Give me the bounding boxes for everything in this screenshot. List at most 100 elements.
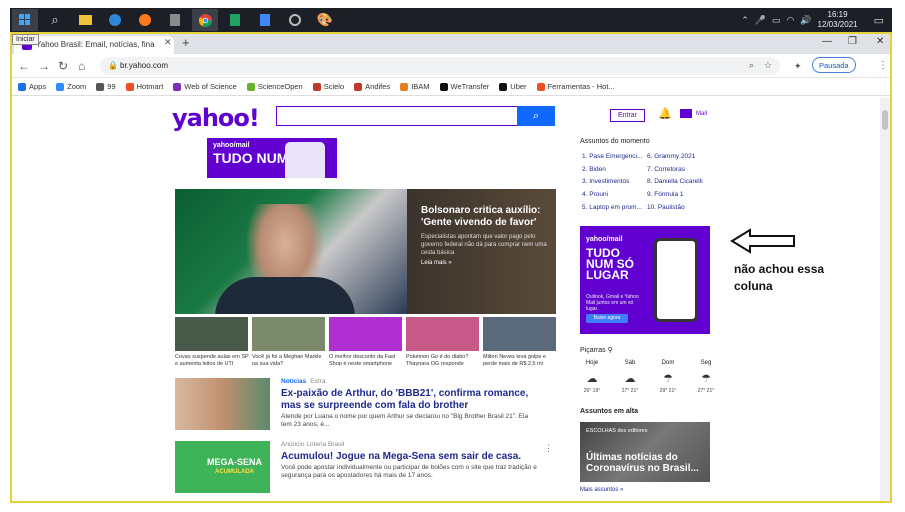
forward-button[interactable]: → [38, 59, 50, 73]
story-1-title[interactable]: Ex-paixão de Arthur, do 'BBB21', confirm… [281, 388, 549, 411]
story-2-title[interactable]: Acumulou! Jogue na Mega-Sena sem sair de… [281, 451, 549, 463]
microphone-icon[interactable]: 🎤 [755, 15, 766, 26]
news-thumb-caption[interactable]: Pokémon Go é do diabo? Thaynara OG respo… [406, 354, 481, 367]
bookmark-icon [499, 82, 508, 91]
extensions-icon[interactable]: ✦ [794, 61, 802, 72]
close-tab-icon[interactable]: ✕ [164, 37, 172, 48]
alta-more-link[interactable]: Mais assuntos » [580, 487, 623, 493]
weather-location[interactable]: Piçarras ⚲ [580, 346, 613, 354]
battery-icon[interactable]: ▭ [772, 15, 781, 26]
scrollbar[interactable] [880, 98, 890, 501]
windows-start-icon[interactable] [12, 9, 38, 31]
bell-icon[interactable]: 🔔 [658, 107, 672, 120]
sheets-icon[interactable] [222, 9, 248, 31]
hero-read-more-link[interactable]: Leia mais » [421, 260, 548, 266]
location-pin-icon: ⚲ [607, 347, 613, 354]
reload-button[interactable]: ↻ [58, 59, 68, 73]
maximize-button[interactable]: ❐ [848, 36, 857, 47]
menu-icon[interactable]: ⋮ [878, 60, 888, 71]
story-2-source: Anúncio [281, 441, 305, 448]
trending-item[interactable]: 3. Investimentos [582, 178, 629, 185]
bookmark-item[interactable]: Hotmart [125, 82, 163, 91]
right-ad[interactable]: yahoo/mail TUDO NUM SÓ LUGAR Outlook, Gm… [580, 226, 710, 334]
top-ad-banner[interactable]: yahoo/mail TUDO NUM SÓ [207, 138, 337, 178]
hero-story[interactable]: Bolsonaro critica auxílio: 'Gente vivend… [175, 189, 556, 314]
firefox-icon[interactable] [132, 9, 158, 31]
home-button[interactable]: ⌂ [78, 59, 85, 73]
address-bar[interactable]: 🔒 br.yahoo.com ⌕ ☆ [100, 57, 780, 75]
hero-title[interactable]: Bolsonaro critica auxílio: 'Gente vivend… [421, 205, 548, 229]
docs-icon[interactable] [252, 9, 278, 31]
notification-icon[interactable]: ▭ [874, 14, 884, 27]
minimize-button[interactable]: — [822, 36, 832, 47]
trending-item[interactable]: 2. Biden [582, 166, 606, 173]
mail-icon[interactable] [680, 109, 692, 118]
story-1-source[interactable]: Notícias [281, 378, 306, 385]
bookmark-item[interactable]: Zoom [56, 82, 86, 91]
story-2-meta: Anúncio Loteria Brasil [281, 441, 344, 448]
zoom-icon[interactable]: ⌕ [749, 60, 754, 71]
trending-item[interactable]: 7. Corretoras [647, 166, 685, 173]
news-thumb-image[interactable] [329, 317, 402, 351]
story-1-image[interactable] [175, 378, 270, 430]
news-thumb-image[interactable] [406, 317, 479, 351]
edge-icon[interactable] [102, 9, 128, 31]
news-thumb-image[interactable] [175, 317, 248, 351]
trending-item[interactable]: 6. Grammy 2021 [647, 153, 695, 160]
hero-image [175, 189, 407, 314]
mail-label[interactable]: Mail [696, 111, 707, 117]
right-ad-cta[interactable]: Baixe agora [586, 314, 628, 323]
trending-item[interactable]: 1. Pase Emergenci... [582, 153, 642, 160]
annotation-arrow-icon [730, 228, 795, 254]
trending-item[interactable]: 4. Prouni [582, 191, 608, 198]
clock[interactable]: 16:19 12/03/2021 [818, 10, 858, 30]
volume-icon[interactable]: 🔊 [800, 15, 811, 26]
bookmark-item[interactable]: Andifes [354, 82, 390, 91]
bookmark-item[interactable]: Ferramentas - Hot... [536, 82, 615, 91]
search-icon[interactable]: ⌕ [42, 9, 68, 31]
news-thumb-image[interactable] [483, 317, 556, 351]
news-thumb-image[interactable] [252, 317, 325, 351]
news-thumb-caption[interactable]: Covas suspende aulas em SP e aumenta lei… [175, 354, 250, 367]
profile-paused-button[interactable]: Pausada [812, 57, 856, 73]
story-1-provider: Extra [310, 378, 326, 385]
alta-title: Últimas notícias do Coronavírus no Brasi… [586, 452, 699, 474]
chevron-up-icon[interactable]: ⌃ [741, 15, 749, 26]
bookmark-item[interactable]: Scielo [312, 82, 344, 91]
hero-panel: Bolsonaro critica auxílio: 'Gente vivend… [407, 189, 556, 314]
bookmark-item[interactable]: WeTransfer [439, 82, 489, 91]
trending-item[interactable]: 8. Daniella Cicarelli [647, 178, 703, 185]
calculator-icon[interactable] [162, 9, 188, 31]
story-2-image-text: MEGA-SENA [207, 457, 263, 467]
story-2-image[interactable]: MEGA-SENA ACUMULADA [175, 441, 270, 493]
bookmark-item[interactable]: 99 [96, 82, 116, 91]
trending-item[interactable]: 10. Paulistão [647, 204, 685, 211]
close-window-button[interactable]: ✕ [876, 36, 884, 47]
news-thumb-caption[interactable]: Milton Neves leva golpe e perde mais de … [483, 354, 558, 367]
trending-item[interactable]: 9. Fórmula 1 [647, 191, 684, 198]
story-more-options-icon[interactable]: ⋮ [544, 443, 553, 454]
new-tab-button[interactable]: + [182, 35, 190, 50]
signin-button[interactable]: Entrar [610, 109, 645, 122]
bookmark-item[interactable]: IBAM [400, 82, 430, 91]
wifi-icon[interactable]: ◠ [786, 15, 794, 26]
file-explorer-icon[interactable] [72, 9, 98, 31]
paint-icon[interactable]: 🎨 [312, 9, 338, 31]
alta-card[interactable]: ESCOLHAS dos editores Últimas notícias d… [580, 422, 710, 482]
scroll-thumb[interactable] [882, 110, 888, 130]
trending-item[interactable]: 5. Laptop em prom... [582, 204, 642, 211]
search-input[interactable] [276, 106, 517, 126]
chrome-icon[interactable] [192, 9, 218, 31]
obs-icon[interactable] [282, 9, 308, 31]
bookmark-item[interactable]: Apps [18, 82, 46, 91]
news-thumb-caption[interactable]: O melhor desconto da Fast Shop é neste s… [329, 354, 404, 367]
search-button[interactable]: ⌕ [517, 106, 555, 126]
bookmark-item[interactable]: Uber [499, 82, 527, 91]
lock-icon[interactable]: 🔒 [108, 61, 118, 70]
yahoo-logo[interactable]: yahoo! [172, 104, 260, 132]
bookmark-item[interactable]: ScienceOpen [246, 82, 303, 91]
bookmark-star-icon[interactable]: ☆ [764, 60, 772, 71]
news-thumb-caption[interactable]: Você já foi a Meghan Markle na sua vida? [252, 354, 327, 367]
bookmark-item[interactable]: Web of Science [173, 82, 237, 91]
back-button[interactable]: ← [18, 59, 30, 73]
